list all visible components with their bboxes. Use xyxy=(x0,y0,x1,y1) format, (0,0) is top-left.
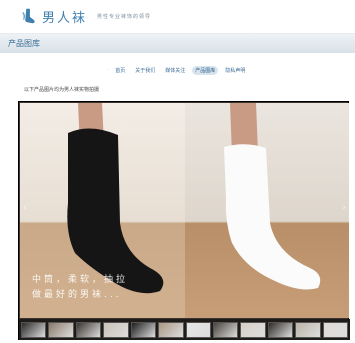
thumbnail-item[interactable] xyxy=(240,322,266,338)
next-arrow-icon[interactable]: › xyxy=(342,203,346,213)
nav-item-media[interactable]: 媒体关注 xyxy=(162,66,188,75)
caption-line-2: 做最好的男袜... xyxy=(32,290,122,300)
thumbnail-item[interactable] xyxy=(322,322,349,338)
caption-line-1: 中筒，柔软，抽拉 xyxy=(32,275,129,285)
section-title: 产品图库 xyxy=(8,39,40,48)
thumbnail-item[interactable] xyxy=(103,322,129,338)
photo-viewer: ‹ › 中筒，柔软，抽拉 做最好的男袜... xyxy=(18,101,350,340)
main-product-photo[interactable]: ‹ › 中筒，柔软，抽拉 做最好的男袜... xyxy=(20,103,349,318)
thumbnail-item[interactable] xyxy=(21,322,47,338)
photo-caption: 中筒，柔软，抽拉 做最好的男袜... xyxy=(32,273,128,303)
brand-name: 男人袜 xyxy=(42,10,88,26)
nav-item-gallery[interactable]: 产品图库 xyxy=(192,65,219,75)
thumbnail-item[interactable] xyxy=(185,322,211,338)
brand-slogan: 男性专业袜饰的领导 xyxy=(97,13,152,20)
thumbnail-item[interactable] xyxy=(295,322,321,338)
thumbnail-item[interactable] xyxy=(267,322,294,338)
thumbnail-item[interactable] xyxy=(158,322,184,338)
thumbnail-item[interactable] xyxy=(212,322,239,338)
nav-item-privacy[interactable]: 隐私声明 xyxy=(222,66,248,75)
thumbnail-strip xyxy=(19,319,350,340)
thumbnail-item[interactable] xyxy=(48,322,74,338)
nav-item-home[interactable]: 首页 xyxy=(112,66,128,75)
top-navigation: · 首页 关于我们 媒体关注 产品图库 隐私声明 xyxy=(0,64,355,76)
sock-logo-icon xyxy=(22,8,35,24)
thumbnail-item[interactable] xyxy=(75,322,102,338)
gallery-notice: 以下产品图片均为男人袜实物拍摄 xyxy=(24,87,100,93)
section-titlebar: 产品图库 xyxy=(0,33,355,53)
thumbnail-item[interactable] xyxy=(130,322,157,338)
nav-item-about[interactable]: 关于我们 xyxy=(132,66,158,75)
page: 男人袜 男性专业袜饰的领导 产品图库 · 首页 关于我们 媒体关注 产品图库 隐… xyxy=(0,0,355,343)
site-header: 男人袜 男性专业袜饰的领导 xyxy=(0,0,355,30)
prev-arrow-icon[interactable]: ‹ xyxy=(23,203,27,213)
site-logo[interactable]: 男人袜 男性专业袜饰的领导 xyxy=(20,6,151,26)
